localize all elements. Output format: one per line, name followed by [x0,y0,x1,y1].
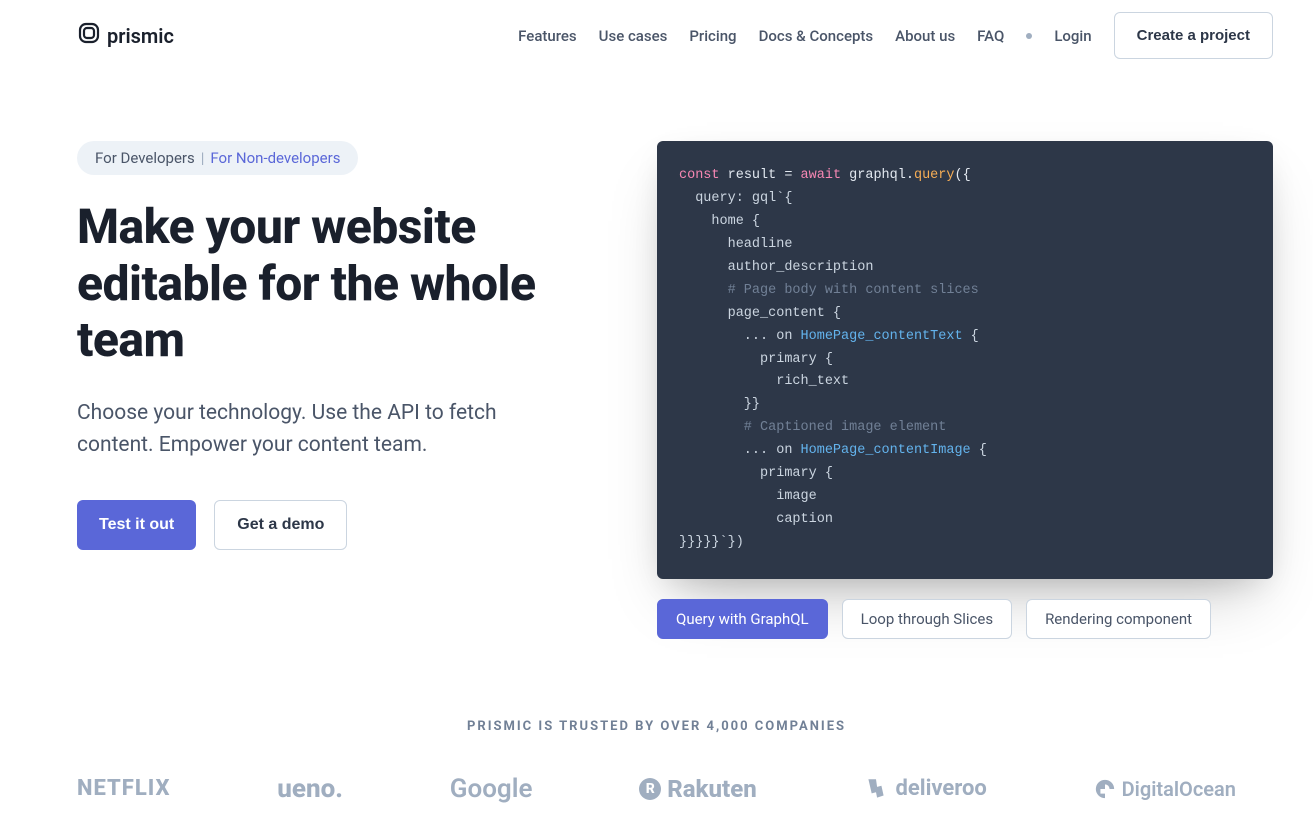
code-line: author_description [679,260,873,275]
brand-deliveroo-icon: deliveroo [863,776,986,802]
code-line: primary { [679,352,833,367]
trusted-logo-row: NETFLIX ueno. Google R Rakuten deliveroo… [0,774,1313,824]
tab-rendering-component[interactable]: Rendering component [1026,599,1211,639]
hero-code: const result = await graphql.query({ que… [657,141,1273,639]
site-header: prismic Features Use cases Pricing Docs … [0,0,1313,71]
pill-separator: | [201,149,205,167]
code-line: rich_text [679,374,849,389]
rakuten-r-icon: R [639,778,661,800]
code-token: ... on [679,329,801,344]
code-line: headline [679,237,792,252]
brand-google-icon: Google [450,774,533,804]
brand-rakuten-text: Rakuten [667,775,757,803]
create-project-button[interactable]: Create a project [1114,12,1273,59]
code-token: result [720,168,785,183]
code-token: { [971,443,987,458]
nav-pricing[interactable]: Pricing [689,27,736,45]
hero-buttons: Test it out Get a demo [77,500,597,550]
code-token: const [679,168,720,183]
code-line: home { [679,214,760,229]
code-token: await [792,168,841,183]
hero-headline: Make your website editable for the whole… [77,199,597,369]
nav-features[interactable]: Features [518,27,576,45]
code-line: }}}}}`}) [679,535,744,550]
code-token: ({ [954,168,970,183]
code-token: graphql [841,168,906,183]
code-line: # Captioned image element [679,420,946,435]
code-token: HomePage_contentImage [801,443,971,458]
nav-docs[interactable]: Docs & Concepts [759,27,874,45]
brand-deliveroo-text: deliveroo [895,776,986,801]
brand-rakuten-icon: R Rakuten [639,775,757,803]
code-line: image [679,489,817,504]
code-sample: const result = await graphql.query({ que… [657,141,1273,579]
deliveroo-mark-icon [863,776,889,802]
code-token: ... on [679,443,801,458]
hero-copy: For Developers | For Non-developers Make… [77,141,597,639]
brand-ueno-icon: ueno. [277,774,343,804]
nav-faq[interactable]: FAQ [977,27,1004,45]
nav-use-cases[interactable]: Use cases [599,27,668,45]
test-it-out-button[interactable]: Test it out [77,500,196,550]
prismic-logo-icon [77,21,101,50]
code-token: query [914,168,955,183]
code-token: . [906,168,914,183]
code-line: caption [679,512,833,527]
digitalocean-mark-icon [1094,778,1116,800]
trusted-label: PRISMIC IS TRUSTED BY OVER 4,000 COMPANI… [0,719,1313,734]
brand-digitalocean-icon: DigitalOcean [1094,777,1236,801]
tab-query-graphql[interactable]: Query with GraphQL [657,599,828,639]
nav-separator-dot-icon [1026,33,1032,39]
code-line: primary { [679,466,833,481]
hero-section: For Developers | For Non-developers Make… [0,71,1313,639]
main-nav: Features Use cases Pricing Docs & Concep… [518,12,1273,59]
code-sample-tabs: Query with GraphQL Loop through Slices R… [657,599,1273,639]
brand-digitalocean-text: DigitalOcean [1122,777,1236,801]
brand-name: prismic [107,24,174,48]
hero-subtext: Choose your technology. Use the API to f… [77,397,507,462]
code-token: { [963,329,979,344]
code-line: # Page body with content slices [679,283,979,298]
audience-toggle-pill: For Developers | For Non-developers [77,141,358,175]
tab-loop-slices[interactable]: Loop through Slices [842,599,1012,639]
brand-netflix-icon: NETFLIX [77,776,171,801]
code-line: query: gql`{ [679,191,792,206]
code-token: HomePage_contentText [801,329,963,344]
pill-non-developers[interactable]: For Non-developers [210,149,340,167]
code-line: }} [679,397,760,412]
nav-about[interactable]: About us [895,27,955,45]
nav-login[interactable]: Login [1054,27,1091,45]
code-line: page_content { [679,306,841,321]
pill-developers[interactable]: For Developers [95,149,195,167]
get-a-demo-button[interactable]: Get a demo [214,500,347,550]
brand-logo[interactable]: prismic [77,21,174,50]
trusted-section: PRISMIC IS TRUSTED BY OVER 4,000 COMPANI… [0,719,1313,824]
